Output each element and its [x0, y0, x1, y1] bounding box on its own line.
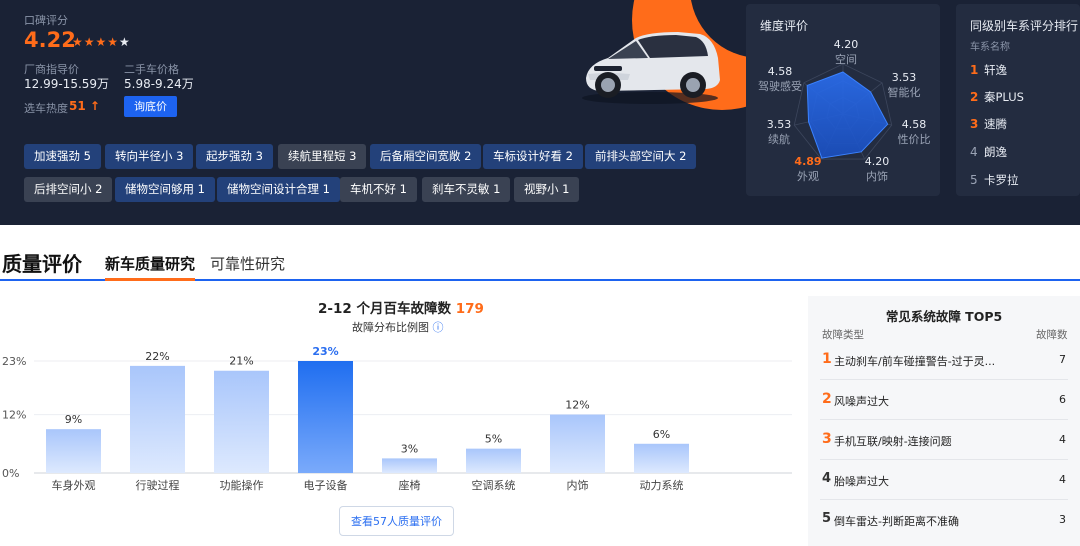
ranking-item[interactable]: 4 朗逸 — [970, 144, 1007, 160]
heat-label: 选车热度 — [24, 102, 68, 115]
rating-stars: ★★★★★ — [72, 35, 131, 49]
category-label: 座椅 — [399, 478, 421, 492]
fault-row[interactable]: 2 风噪声过大 6 — [820, 380, 1068, 420]
bar[interactable] — [550, 414, 605, 473]
category-label: 内饰 — [567, 478, 589, 492]
bar-value-label: 5% — [485, 433, 502, 446]
fault-row[interactable]: 4 胎噪声过大 4 — [820, 460, 1068, 500]
info-icon[interactable]: ⓘ — [433, 321, 444, 334]
tag-chip[interactable]: 储物空间够用 1 — [115, 177, 215, 202]
category-label: 功能操作 — [220, 478, 264, 492]
car-image — [582, 32, 720, 104]
radar-chart — [793, 63, 893, 160]
bar-value-label: 6% — [653, 428, 670, 441]
tag-chip[interactable]: 转向半径小 3 — [105, 144, 194, 169]
ranking-card: 同级别车系评分排行 车系名称 1 轩逸 2 秦PLUS 3 速腾 4 朗逸 5 卡罗拉 — [956, 4, 1080, 196]
bar[interactable] — [214, 370, 269, 473]
ranking-header: 车系名称 — [970, 42, 1010, 53]
ranking-item[interactable]: 1 轩逸 — [970, 62, 1007, 78]
rating-label: 口碑评分 — [24, 14, 68, 27]
active-tab-indicator — [105, 278, 195, 281]
rating-score: 4.22 — [24, 28, 76, 52]
ranking-title: 同级别车系评分排行 — [970, 19, 1079, 33]
tag-chip[interactable]: 刹车不灵敏 1 — [422, 177, 511, 202]
bar-value-label: 21% — [229, 355, 253, 368]
tab-new-car-quality[interactable]: 新车质量研究 — [105, 253, 195, 274]
tag-chip[interactable]: 起步强劲 3 — [196, 144, 273, 169]
dim-value: 4.58 性价比 — [897, 118, 931, 146]
bar[interactable] — [466, 448, 521, 473]
tag-chip[interactable]: 车标设计好看 2 — [483, 144, 583, 169]
tag-chip[interactable]: 续航里程短 3 — [278, 144, 367, 169]
bar[interactable] — [298, 361, 353, 473]
ranking-item[interactable]: 5 卡罗拉 — [970, 172, 1019, 188]
msrp-value: 12.99-15.59万 — [24, 77, 110, 91]
dim-range: 3.53 续航 — [766, 118, 792, 146]
bar[interactable] — [634, 443, 689, 473]
category-label: 行驶过程 — [136, 478, 180, 492]
dim-smart: 3.53 智能化 — [887, 71, 921, 99]
bar[interactable] — [46, 429, 101, 473]
view-quality-reviews-button[interactable]: 查看57人质量评价 — [339, 506, 454, 536]
y-tick-label: 0% — [2, 467, 19, 480]
dim-driving: 4.58 驾驶感受 — [758, 65, 802, 93]
dim-space: 4.20 空间 — [833, 38, 859, 66]
bar[interactable] — [130, 365, 185, 473]
chart-subtitle: 故障分布比例图 ⓘ — [352, 321, 444, 334]
fault-panel-title: 常见系统故障 TOP5 — [885, 309, 1003, 324]
tag-chip[interactable]: 前排头部空间大 2 — [585, 144, 697, 169]
category-label: 电子设备 — [304, 478, 348, 492]
bar[interactable] — [382, 458, 437, 473]
y-tick-label: 23% — [2, 355, 26, 368]
tag-chip[interactable]: 视野小 1 — [514, 177, 580, 202]
fault-row[interactable]: 1 主动刹车/前车碰撞警告-过于灵... 7 — [820, 340, 1068, 380]
title-underline — [0, 279, 102, 281]
category-label: 车身外观 — [52, 478, 96, 492]
used-price-value: 5.98-9.24万 — [124, 77, 194, 91]
y-tick-label: 12% — [2, 409, 26, 422]
ranking-item[interactable]: 3 速腾 — [970, 116, 1007, 132]
fault-top5-panel: 常见系统故障 TOP5 故障类型 故障数 1 主动刹车/前车碰撞警告-过于灵..… — [808, 296, 1080, 546]
arrow-up-icon: ↑ — [89, 99, 100, 113]
fault-row[interactable]: 3 手机互联/映射-连接问题 4 — [820, 420, 1068, 460]
bar-value-label: 12% — [565, 399, 589, 412]
tag-chip[interactable]: 后排空间小 2 — [24, 177, 113, 202]
partial-star: ★ — [119, 35, 131, 49]
tag-chip[interactable]: 储物空间设计合理 1 — [217, 177, 340, 202]
bar-value-label: 9% — [65, 413, 82, 426]
tag-chip[interactable]: 后备厢空间宽敞 2 — [370, 144, 482, 169]
fault-bar-chart: 23% 12% 0% 9% 车身外观 22% 行驶过程 21% 功能操作 23% 电子设备 3% 座椅 5… — [2, 345, 792, 492]
ranking-item[interactable]: 2 秦PLUS — [970, 89, 1024, 105]
quality-title: 质量评价 — [2, 252, 82, 276]
bar-value-label: 22% — [145, 350, 169, 363]
dim-interior: 4.20 内饰 — [864, 155, 890, 183]
dimension-card: 维度评价 4.20 空间 3.53 智能化 4.58 性价比 4.20 内饰 4.89 外… — [746, 4, 940, 196]
filled-stars: ★★★★ — [72, 35, 120, 49]
category-label: 空调系统 — [472, 478, 516, 492]
tag-chip[interactable]: 车机不好 1 — [340, 177, 417, 202]
tab-reliability[interactable]: 可靠性研究 — [210, 253, 285, 274]
bar-value-label: 3% — [401, 442, 418, 455]
inquire-price-button[interactable]: 询底价 — [124, 96, 177, 117]
heat-value: 51 ↑ — [69, 99, 100, 113]
dim-exterior: 4.89 外观 — [794, 155, 822, 183]
fault-row[interactable]: 5 倒车雷达-判断距离不准确 3 — [820, 500, 1068, 540]
tag-chip[interactable]: 加速强劲 5 — [24, 144, 101, 169]
bar-value-label: 23% — [312, 345, 338, 358]
chart-title: 2-12 个月百车故障数 179 — [318, 301, 484, 317]
category-label: 动力系统 — [640, 479, 684, 492]
hero-banner: 口碑评分 4.22 ★★★★★ 厂商指导价 12.99-15.59万 二手车价格… — [0, 0, 1080, 225]
